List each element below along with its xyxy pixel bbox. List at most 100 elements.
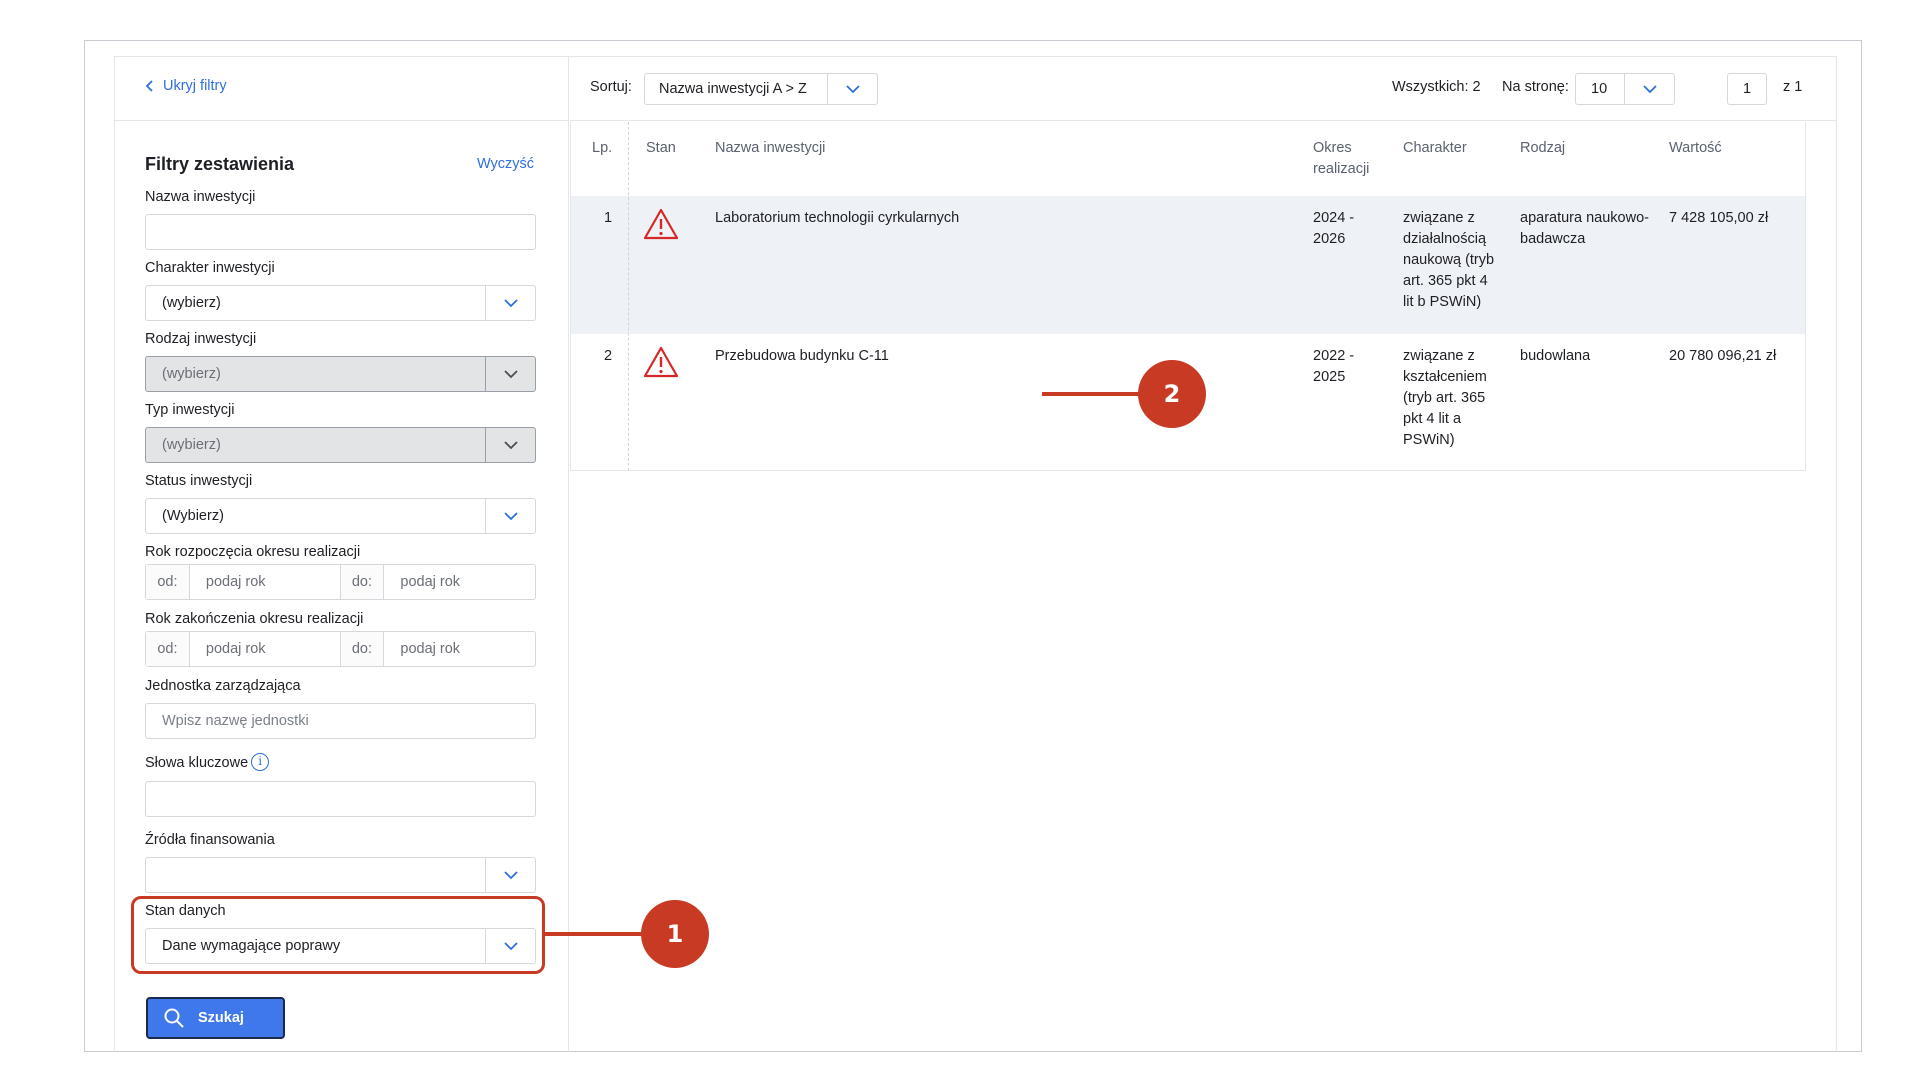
row-lp: 2 (604, 348, 613, 364)
funding-label: Źródła finansowania (145, 832, 275, 848)
chevron-down-icon (1624, 74, 1674, 104)
column-divider (628, 122, 629, 471)
type-select-value: (wybierz) (162, 437, 221, 453)
row-character: związane z działalnością naukową (tryb a… (1403, 208, 1494, 313)
row-character-line: kształceniem (1403, 369, 1487, 385)
investment-name-input[interactable] (145, 214, 536, 250)
chevron-down-icon (485, 858, 535, 892)
start-year-range: od: podaj rok do: podaj rok (145, 564, 536, 600)
row-character-line: lit b PSWiN) (1403, 294, 1482, 310)
sidebar-header: Ukryj filtry (114, 56, 569, 121)
row-period-end: 2025 (1313, 369, 1346, 385)
header-kind: Rodzaj (1520, 140, 1566, 156)
row-kind-line: aparatura naukowo- (1520, 210, 1649, 226)
chevron-down-icon (485, 499, 535, 533)
status-select[interactable]: (Wybierz) (145, 498, 536, 534)
hide-filters-link[interactable]: Ukryj filtry (145, 78, 227, 94)
row-period-start: 2022 - (1313, 348, 1355, 364)
per-page-value: 10 (1591, 81, 1608, 97)
header-name: Nazwa inwestycji (715, 140, 826, 156)
results-toolbar: Sortuj: Nazwa inwestycji A > Z Wszystkic… (570, 56, 1837, 121)
row-value: 7 428 105,00 zł (1669, 210, 1769, 226)
row-character-line: pkt 4 lit a (1403, 411, 1462, 427)
status-select-value: (Wybierz) (162, 508, 224, 524)
table-row[interactable]: 1 Laboratorium technologii cyrkularnych … (571, 196, 1805, 334)
header-period-line1: Okres (1313, 140, 1352, 156)
character-select-value: (wybierz) (162, 295, 221, 311)
row-period: 2024 - 2026 (1313, 208, 1354, 250)
row-character-line: PSWiN) (1403, 432, 1455, 448)
row-kind: aparatura naukowo- badawcza (1520, 208, 1649, 250)
from-prefix: od: (146, 565, 190, 599)
chevron-down-icon (485, 357, 535, 391)
row-kind: budowlana (1520, 346, 1590, 367)
end-year-label: Rok zakończenia okresu realizacji (145, 611, 364, 627)
to-prefix: do: (340, 565, 385, 599)
row-character-line: art. 365 pkt 4 (1403, 273, 1488, 289)
to-prefix: do: (340, 632, 385, 666)
callout-2-line (1042, 392, 1150, 396)
page-total: z 1 (1783, 79, 1803, 95)
start-year-to-input[interactable]: podaj rok (384, 565, 535, 599)
row-character-line: związane z (1403, 348, 1475, 364)
kind-select: (wybierz) (145, 356, 536, 392)
funding-select[interactable] (145, 857, 536, 893)
start-year-from-input[interactable]: podaj rok (190, 565, 341, 599)
page-number-input[interactable]: 1 (1727, 73, 1767, 105)
keywords-input[interactable] (145, 781, 536, 817)
per-page-select[interactable]: 10 (1575, 73, 1675, 105)
character-select[interactable]: (wybierz) (145, 285, 536, 321)
row-character-line: (tryb art. 365 (1403, 390, 1486, 406)
kind-label: Rodzaj inwestycji (145, 331, 257, 347)
keywords-label-row: Słowa kluczowe i (145, 753, 270, 771)
hide-filters-label: Ukryj filtry (163, 78, 227, 94)
unit-input-placeholder: Wpisz nazwę jednostki (162, 713, 309, 729)
sort-label: Sortuj: (590, 79, 632, 95)
end-year-to-input[interactable]: podaj rok (384, 632, 535, 666)
row-name[interactable]: Przebudowa budynku C-11 (715, 346, 889, 367)
unit-label: Jednostka zarządzająca (145, 678, 301, 694)
info-icon[interactable]: i (251, 753, 270, 771)
end-year-from-input[interactable]: podaj rok (190, 632, 341, 666)
chevron-left-icon (145, 80, 153, 92)
row-name[interactable]: Laboratorium technologii cyrkularnych (715, 208, 959, 229)
search-button[interactable]: Szukaj (146, 997, 285, 1039)
chevron-down-icon (827, 74, 877, 104)
header-value: Wartość (1669, 140, 1722, 156)
clear-filters-link[interactable]: Wyczyść (477, 156, 534, 172)
warning-triangle-icon (643, 208, 679, 240)
chevron-down-icon (485, 286, 535, 320)
total-count: Wszystkich: 2 (1392, 79, 1481, 95)
header-period: Okres realizacji (1313, 138, 1369, 180)
header-state: Stan (646, 140, 676, 156)
sort-select-value: Nazwa inwestycji A > Z (659, 81, 807, 97)
character-label: Charakter inwestycji (145, 260, 275, 276)
callout-2-badge: 2 (1138, 360, 1206, 428)
row-character-line: związane z (1403, 210, 1475, 226)
search-icon (164, 1008, 184, 1028)
row-character-line: działalnością (1403, 231, 1487, 247)
row-kind-line: badawcza (1520, 231, 1586, 247)
per-page-label: Na stronę: (1502, 79, 1569, 95)
row-period-end: 2026 (1313, 231, 1346, 247)
filters-title: Filtry zestawienia (145, 154, 295, 174)
from-prefix: od: (146, 632, 190, 666)
kind-select-value: (wybierz) (162, 366, 221, 382)
callout-1-badge: 1 (641, 900, 709, 968)
start-year-label: Rok rozpoczęcia okresu realizacji (145, 544, 361, 560)
sort-select[interactable]: Nazwa inwestycji A > Z (644, 73, 878, 105)
header-period-line2: realizacji (1313, 161, 1370, 177)
callout-1-highlight (131, 896, 545, 974)
search-button-label: Szukaj (198, 1010, 244, 1026)
row-value: 20 780 096,21 zł (1669, 348, 1777, 364)
keywords-label: Słowa kluczowe (145, 755, 249, 771)
end-year-range: od: podaj rok do: podaj rok (145, 631, 536, 667)
header-character: Charakter (1403, 140, 1467, 156)
unit-input[interactable]: Wpisz nazwę jednostki (145, 703, 536, 739)
type-label: Typ inwestycji (145, 402, 235, 418)
row-character: związane z kształceniem (tryb art. 365 p… (1403, 346, 1487, 451)
callout-1-line (545, 932, 645, 936)
chevron-down-icon (485, 428, 535, 462)
name-label: Nazwa inwestycji (145, 189, 256, 205)
status-label: Status inwestycji (145, 473, 253, 489)
